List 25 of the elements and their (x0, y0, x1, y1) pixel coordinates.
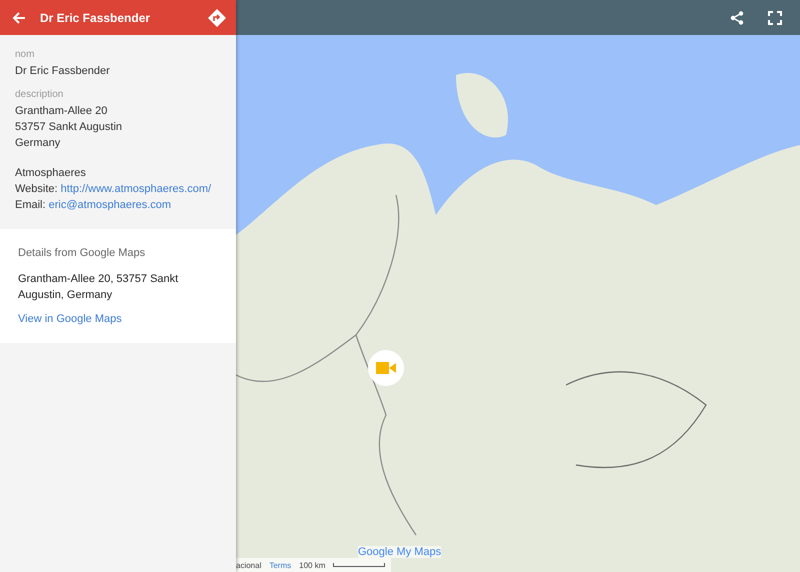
section-heading: Details from Google Maps (18, 247, 146, 259)
website-label: Website: (15, 183, 58, 195)
terms-link[interactable]: Terms (269, 560, 292, 570)
view-in-maps-link[interactable]: View in Google Maps (18, 313, 122, 325)
address-text: Grantham-Allee 20, 53757 Sankt Augustin, Germany (18, 272, 180, 303)
organization-text: Atmosphaeres (15, 166, 87, 181)
field-value: 53757 Sankt Augustin (15, 120, 124, 135)
field-value: Germany (15, 136, 62, 151)
scale-label: 100 km (299, 560, 326, 570)
email-label: Email: (15, 199, 46, 211)
website-link[interactable]: http://www.atmosphaeres.com/ (60, 183, 212, 195)
video-camera-icon (376, 361, 396, 375)
fullscreen-icon[interactable] (768, 10, 782, 24)
email-link[interactable]: eric@atmosphaeres.com (48, 199, 172, 211)
directions-icon[interactable] (208, 8, 226, 26)
header-title: Dr Eric Fassbender (40, 10, 152, 24)
field-label: nom (15, 49, 36, 60)
scale-bar (333, 563, 386, 567)
field-value: Dr Eric Fassbender (15, 64, 111, 79)
field-label: description (15, 89, 64, 100)
share-icon[interactable] (730, 10, 744, 24)
attribution-text: acional (236, 560, 262, 570)
field-value: Grantham-Allee 20 (15, 104, 108, 119)
map-logo: Google My Maps (358, 546, 442, 558)
back-arrow-icon[interactable] (12, 10, 26, 24)
